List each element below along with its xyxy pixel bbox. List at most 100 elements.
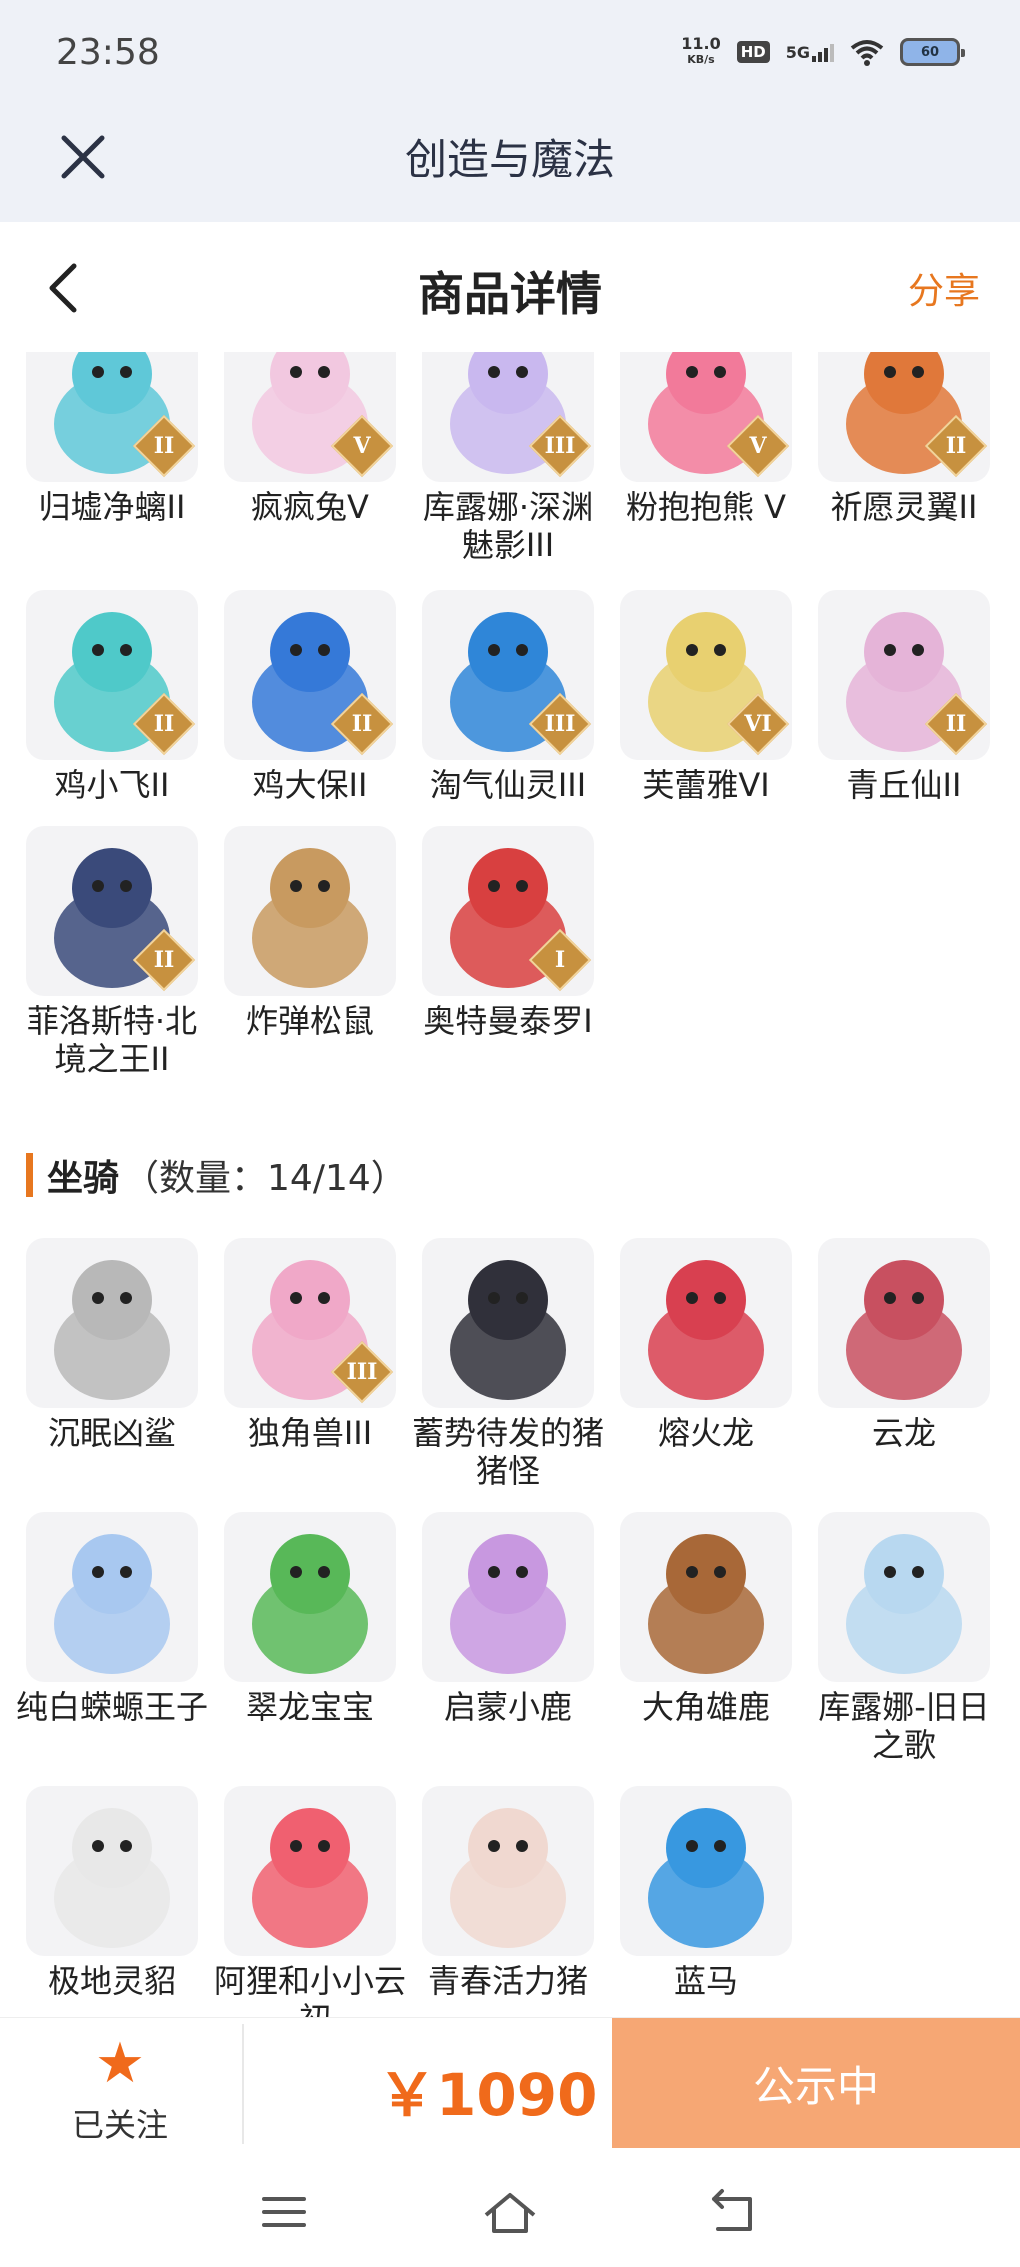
item-thumbnail: V bbox=[224, 352, 396, 482]
item-thumbnail bbox=[422, 1512, 594, 1682]
character-item[interactable]: V 粉抱抱熊 V bbox=[620, 352, 792, 526]
mount-item[interactable]: 青春活力猪 bbox=[422, 1786, 594, 2000]
character-item[interactable]: II 祈愿灵翼II bbox=[818, 352, 990, 526]
rank-badge-text: II bbox=[153, 947, 175, 973]
character-item[interactable]: 炸弹松鼠 bbox=[224, 826, 396, 1040]
item-name: 淘气仙灵III bbox=[429, 766, 587, 804]
back-icon[interactable] bbox=[706, 2187, 766, 2237]
item-name: 库露娜·深渊魅影III bbox=[422, 488, 594, 564]
item-name: 祈愿灵翼II bbox=[830, 488, 978, 526]
item-thumbnail bbox=[26, 1786, 198, 1956]
status-icons: 11.0 KB/s HD 5G 60 bbox=[681, 34, 965, 68]
character-item[interactable]: III 淘气仙灵III bbox=[422, 590, 594, 804]
item-name: 启蒙小鹿 bbox=[443, 1688, 572, 1726]
rank-badge-text: III bbox=[544, 711, 576, 737]
item-name: 独角兽III bbox=[247, 1414, 373, 1452]
rank-badge-text: III bbox=[346, 1359, 378, 1385]
item-thumbnail: III bbox=[224, 1238, 396, 1408]
mounts-section-header: 坐骑 （数量：14/14） bbox=[26, 1150, 407, 1200]
item-name: 炸弹松鼠 bbox=[245, 1002, 374, 1040]
mount-item[interactable]: 云龙 bbox=[818, 1238, 990, 1452]
section-title: 坐骑 bbox=[47, 1158, 120, 1199]
mount-item[interactable]: 蓄势待发的猪猪怪 bbox=[412, 1238, 604, 1490]
item-name: 蓄势待发的猪猪怪 bbox=[411, 1414, 604, 1490]
home-icon[interactable] bbox=[480, 2187, 540, 2237]
rank-badge-text: V bbox=[353, 433, 371, 459]
character-item[interactable]: VI 芙蕾雅VI bbox=[620, 590, 792, 804]
rank-badge-text: II bbox=[153, 711, 175, 737]
item-image bbox=[252, 1534, 368, 1674]
item-name: 鸡大保II bbox=[252, 766, 368, 804]
app-bar: 创造与魔法 bbox=[0, 110, 1020, 222]
item-name: 翠龙宝宝 bbox=[245, 1688, 374, 1726]
rank-badge-text: II bbox=[945, 711, 967, 737]
item-name: 菲洛斯特·北境之王II bbox=[26, 1002, 198, 1078]
mount-item[interactable]: 启蒙小鹿 bbox=[422, 1512, 594, 1726]
item-thumbnail: V bbox=[620, 352, 792, 482]
item-thumbnail bbox=[26, 1238, 198, 1408]
character-item[interactable]: II 鸡小飞II bbox=[26, 590, 198, 804]
item-image bbox=[846, 1260, 962, 1400]
item-name: 疯疯兔V bbox=[251, 488, 369, 526]
item-name: 纯白蝾螈王子 bbox=[15, 1688, 208, 1726]
item-name: 熔火龙 bbox=[657, 1414, 754, 1452]
item-name: 大角雄鹿 bbox=[641, 1688, 770, 1726]
character-item[interactable]: III 库露娜·深渊魅影III bbox=[422, 352, 594, 564]
mount-item[interactable]: 大角雄鹿 bbox=[620, 1512, 792, 1726]
section-count: （数量：14/14） bbox=[123, 1158, 407, 1199]
item-thumbnail: II bbox=[224, 590, 396, 760]
mount-item[interactable]: 翠龙宝宝 bbox=[224, 1512, 396, 1726]
page-title: 商品详情 bbox=[418, 267, 602, 321]
item-image bbox=[450, 1260, 566, 1400]
character-item[interactable]: II 鸡大保II bbox=[224, 590, 396, 804]
network-type: 5G bbox=[785, 42, 810, 62]
item-image bbox=[252, 1808, 368, 1948]
item-name: 库露娜-旧日之歌 bbox=[818, 1688, 990, 1764]
wifi-icon bbox=[850, 40, 884, 66]
mount-item[interactable]: 极地灵貂 bbox=[26, 1786, 198, 2000]
character-item[interactable]: V 疯疯兔V bbox=[224, 352, 396, 526]
item-thumbnail bbox=[422, 1238, 594, 1408]
status-button[interactable]: 公示中 bbox=[612, 2018, 1020, 2148]
mount-item[interactable]: 阿狸和小小云·初 bbox=[214, 1786, 406, 2017]
item-thumbnail: I bbox=[422, 826, 594, 996]
item-thumbnail bbox=[422, 1786, 594, 1956]
item-list[interactable]: II 归墟净螭II V 疯疯兔V III 库露娜·深渊魅影III V 粉抱抱熊 V II 祈愿灵翼… bbox=[0, 352, 1020, 2017]
rank-badge-text: II bbox=[153, 433, 175, 459]
divider bbox=[242, 2024, 244, 2144]
signal-icon: 5G bbox=[786, 43, 834, 62]
item-image bbox=[252, 848, 368, 988]
character-item[interactable]: II 青丘仙II bbox=[818, 590, 990, 804]
rank-badge-text: II bbox=[351, 711, 373, 737]
item-name: 芙蕾雅VI bbox=[642, 766, 770, 804]
mount-item[interactable]: 熔火龙 bbox=[620, 1238, 792, 1452]
mount-item[interactable]: III 独角兽III bbox=[224, 1238, 396, 1452]
section-accent-bar bbox=[26, 1153, 33, 1197]
character-item[interactable]: I 奥特曼泰罗I bbox=[422, 826, 594, 1040]
mount-item[interactable]: 沉眠凶鲨 bbox=[26, 1238, 198, 1452]
item-thumbnail bbox=[818, 1512, 990, 1682]
rank-badge-text: III bbox=[544, 433, 576, 459]
item-image bbox=[54, 1260, 170, 1400]
item-image bbox=[648, 1260, 764, 1400]
menu-icon[interactable] bbox=[254, 2187, 314, 2237]
character-item[interactable]: II 归墟净螭II bbox=[26, 352, 198, 526]
app-title: 创造与魔法 bbox=[404, 135, 615, 184]
rank-badge-text: VI bbox=[744, 711, 772, 737]
star-icon: ★ bbox=[94, 2031, 146, 2096]
share-button[interactable]: 分享 bbox=[908, 262, 980, 314]
item-thumbnail: II bbox=[26, 590, 198, 760]
mount-item[interactable]: 蓝马 bbox=[620, 1786, 792, 2000]
character-item[interactable]: II 菲洛斯特·北境之王II bbox=[26, 826, 198, 1078]
follow-button[interactable]: ★ 已关注 bbox=[50, 2036, 190, 2146]
item-name: 蓝马 bbox=[673, 1962, 738, 2000]
item-thumbnail: II bbox=[818, 352, 990, 482]
mount-item[interactable]: 纯白蝾螈王子 bbox=[16, 1512, 208, 1726]
mount-item[interactable]: 库露娜-旧日之歌 bbox=[818, 1512, 990, 1764]
net-speed-value: 11.0 bbox=[681, 34, 721, 53]
item-image bbox=[648, 1534, 764, 1674]
item-name: 青丘仙II bbox=[846, 766, 962, 804]
item-name: 沉眠凶鲨 bbox=[47, 1414, 176, 1452]
hd-icon: HD bbox=[736, 41, 770, 63]
battery-icon: 60 bbox=[900, 38, 965, 66]
